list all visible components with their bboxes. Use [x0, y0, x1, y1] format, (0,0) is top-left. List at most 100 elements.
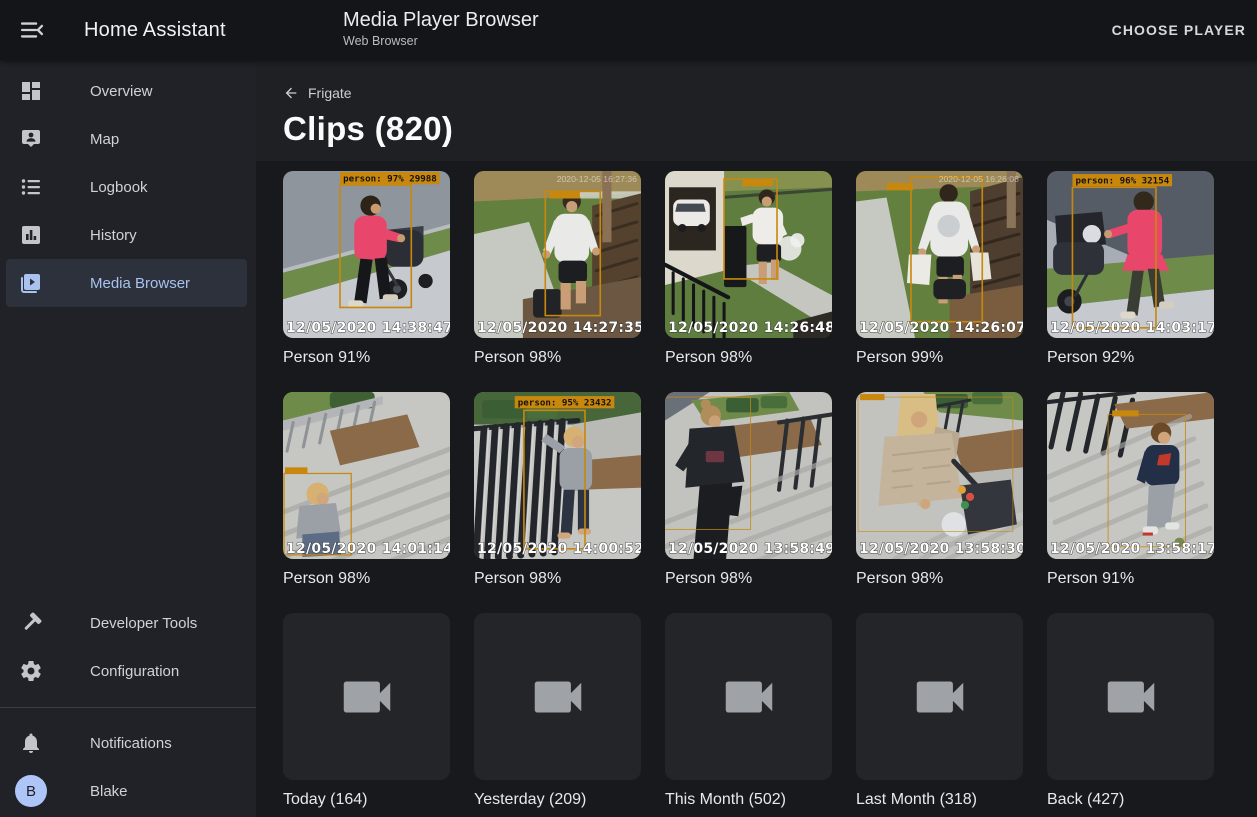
clip-card[interactable]: person: 95% 23432 12/05/2020 14:00:52 Per…: [474, 392, 641, 589]
clip-label: Person 98%: [474, 568, 641, 589]
media-browser-icon: [19, 271, 43, 295]
clip-label: Person 98%: [474, 347, 641, 368]
folder-tile[interactable]: [283, 613, 450, 780]
sidebar-item-label: Media Browser: [90, 275, 190, 292]
clip-thumbnail[interactable]: 12/05/2020 14:26:48: [665, 171, 832, 338]
video-camera-icon: [718, 666, 780, 728]
clip-thumbnail[interactable]: person: 97% 29988 12/05/2020 14:38:47: [283, 171, 450, 338]
sidebar-item-logbook[interactable]: Logbook: [0, 163, 256, 211]
clip-card[interactable]: 12/05/2020 13:58:30 Person 98%: [856, 392, 1023, 589]
sidebar-item-label: Notifications: [90, 735, 172, 752]
app-title: Home Assistant: [84, 19, 226, 42]
history-chart-icon: [19, 223, 43, 247]
clip-label: Person 91%: [283, 347, 450, 368]
sidebar-item-media-browser[interactable]: Media Browser: [6, 259, 247, 307]
folder-tile[interactable]: [474, 613, 641, 780]
clip-label: Person 98%: [665, 347, 832, 368]
video-camera-icon: [527, 666, 589, 728]
clip-label: Person 91%: [1047, 568, 1214, 589]
sidebar-toggle-button[interactable]: [18, 16, 46, 44]
gear-icon: [19, 659, 43, 683]
folder-label: Yesterday (209): [474, 789, 641, 810]
dashboard-icon: [19, 79, 43, 103]
clip-thumbnail[interactable]: 12/05/2020 13:58:30: [856, 392, 1023, 559]
folder-label: This Month (502): [665, 789, 832, 810]
clip-card[interactable]: 2020-12-05 16:27:36 12/05/2020 14:27:35 P…: [474, 171, 641, 368]
sidebar: Overview Map Logbook: [0, 60, 256, 817]
sidebar-item-label: Overview: [90, 83, 153, 100]
clip-card[interactable]: 12/05/2020 13:58:49 Person 98%: [665, 392, 832, 589]
folder-card[interactable]: Yesterday (209): [474, 613, 641, 810]
clip-timestamp-overlay: 12/05/2020 14:26:07: [859, 320, 1023, 336]
clip-thumbnail[interactable]: person: 96% 32154 12/05/2020 14:03:17: [1047, 171, 1214, 338]
clip-card[interactable]: person: 96% 32154 12/05/2020 14:03:17 Per…: [1047, 171, 1214, 368]
back-arrow-icon: [283, 85, 299, 101]
detection-box-label: person: 96% 32154: [1076, 176, 1170, 187]
clip-timestamp-overlay: 12/05/2020 14:27:35: [477, 320, 641, 336]
clip-timestamp-overlay: 12/05/2020 14:38:47: [286, 320, 450, 336]
folder-card[interactable]: This Month (502): [665, 613, 832, 810]
clip-card[interactable]: 12/05/2020 14:01:14 Person 98%: [283, 392, 450, 589]
clip-card[interactable]: 2020-12-05 16:26:08 12/05/2020 14:26:07 P…: [856, 171, 1023, 368]
video-camera-icon: [336, 666, 398, 728]
sidebar-item-history[interactable]: History: [0, 211, 256, 259]
clip-label: Person 99%: [856, 347, 1023, 368]
clip-timestamp-overlay: 12/05/2020 14:03:17: [1050, 320, 1214, 336]
sidebar-item-developer-tools[interactable]: Developer Tools: [0, 599, 256, 647]
clip-card[interactable]: person: 97% 29988 12/05/2020 14:38:47 Per…: [283, 171, 450, 368]
breadcrumb-back[interactable]: Frigate: [283, 85, 352, 101]
clip-timestamp-overlay: 12/05/2020 13:58:30: [859, 541, 1023, 557]
sidebar-item-label: Configuration: [90, 663, 179, 680]
sidebar-item-notifications[interactable]: Notifications: [0, 719, 256, 767]
bell-icon: [19, 731, 43, 755]
hammer-icon: [19, 611, 43, 635]
clip-card[interactable]: 12/05/2020 13:58:17 Person 91%: [1047, 392, 1214, 589]
camera-timestamp-overlay: 2020-12-05 16:27:36: [557, 174, 637, 184]
sidebar-item-label: Logbook: [90, 179, 148, 196]
folder-label: Back (427): [1047, 789, 1214, 810]
folder-tile[interactable]: [856, 613, 1023, 780]
detection-box-label: person: 97% 29988: [343, 174, 437, 185]
media-browser-header-bar: Frigate Clips (820): [256, 60, 1257, 161]
sidebar-item-configuration[interactable]: Configuration: [0, 647, 256, 695]
detection-box-label: person: 95% 23432: [518, 398, 612, 409]
sidebar-item-overview[interactable]: Overview: [0, 67, 256, 115]
clip-timestamp-overlay: 12/05/2020 14:01:14: [286, 541, 450, 557]
camera-timestamp-overlay: 2020-12-05 16:26:08: [939, 174, 1019, 184]
folder-card[interactable]: Last Month (318): [856, 613, 1023, 810]
clip-label: Person 98%: [665, 568, 832, 589]
user-avatar: B: [15, 775, 47, 807]
menu-open-icon: [18, 16, 46, 44]
folders-grid: Today (164) Yesterday (209) This Month (…: [256, 589, 1238, 810]
folder-card[interactable]: Back (427): [1047, 613, 1214, 810]
sidebar-divider: [0, 707, 256, 708]
media-browser-content: Frigate Clips (820) person: 97% 29988 12/…: [256, 60, 1257, 817]
folder-tile[interactable]: [1047, 613, 1214, 780]
clip-timestamp-overlay: 12/05/2020 13:58:17: [1050, 541, 1214, 557]
sidebar-item-label: Map: [90, 131, 119, 148]
sidebar-item-user-profile[interactable]: B Blake: [0, 767, 256, 815]
sidebar-item-label: Developer Tools: [90, 615, 197, 632]
map-person-icon: [19, 127, 43, 151]
clip-label: Person 92%: [1047, 347, 1214, 368]
choose-player-button[interactable]: CHOOSE PLAYER: [1112, 0, 1246, 60]
clip-thumbnail[interactable]: 2020-12-05 16:26:08 12/05/2020 14:26:07: [856, 171, 1023, 338]
folder-label: Last Month (318): [856, 789, 1023, 810]
clip-label: Person 98%: [856, 568, 1023, 589]
clip-timestamp-overlay: 12/05/2020 14:00:52: [477, 541, 641, 557]
clip-thumbnail[interactable]: 12/05/2020 13:58:49: [665, 392, 832, 559]
clip-thumbnail[interactable]: person: 95% 23432 12/05/2020 14:00:52: [474, 392, 641, 559]
breadcrumb-label: Frigate: [308, 85, 352, 101]
clip-card[interactable]: 12/05/2020 14:26:48 Person 98%: [665, 171, 832, 368]
clip-thumbnail[interactable]: 2020-12-05 16:27:36 12/05/2020 14:27:35: [474, 171, 641, 338]
clip-thumbnail[interactable]: 12/05/2020 13:58:17: [1047, 392, 1214, 559]
clip-label: Person 98%: [283, 568, 450, 589]
clips-grid: person: 97% 29988 12/05/2020 14:38:47 Per…: [256, 161, 1238, 589]
clip-thumbnail[interactable]: 12/05/2020 14:01:14: [283, 392, 450, 559]
folder-card[interactable]: Today (164): [283, 613, 450, 810]
folder-tile[interactable]: [665, 613, 832, 780]
sidebar-item-map[interactable]: Map: [0, 115, 256, 163]
folder-label: Today (164): [283, 789, 450, 810]
clip-timestamp-overlay: 12/05/2020 13:58:49: [668, 541, 832, 557]
web-browser-subtitle: Web Browser: [343, 34, 539, 48]
